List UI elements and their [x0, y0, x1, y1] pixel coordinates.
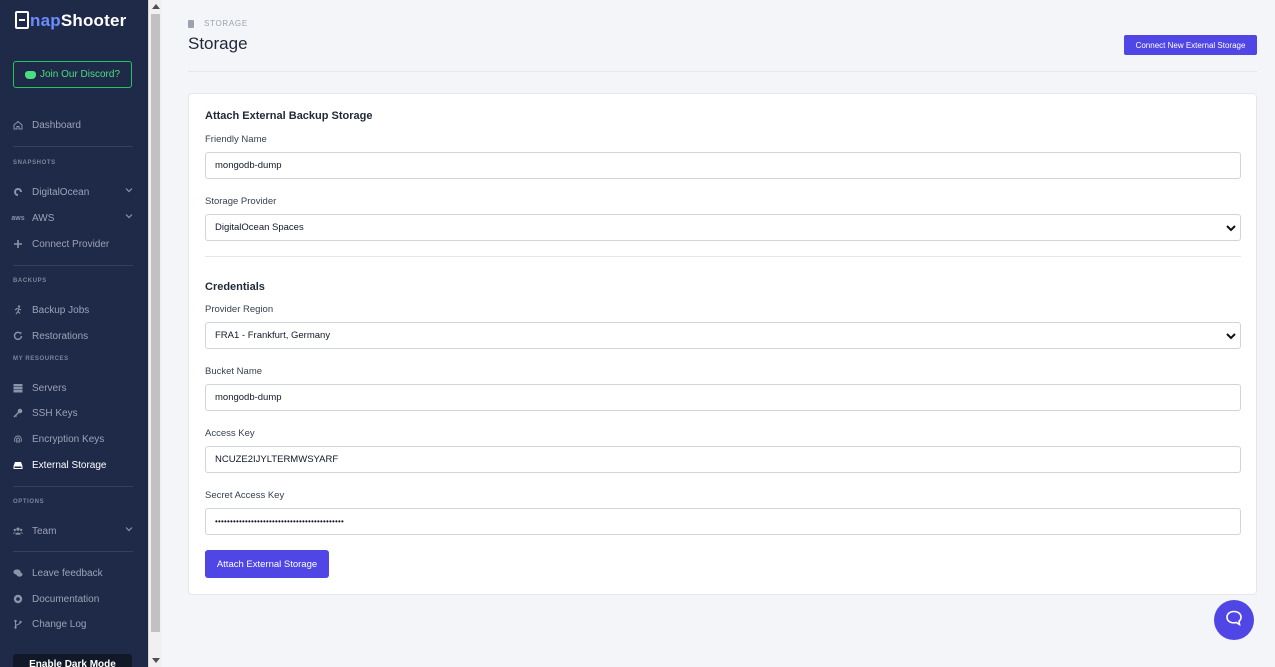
connect-new-external-storage-button[interactable]: Connect New External Storage	[1124, 35, 1257, 55]
sidebar-item-label: External Storage	[32, 459, 107, 471]
sidebar-item-documentation[interactable]: Documentation	[13, 591, 133, 607]
sidebar-item-aws[interactable]: aws AWS	[11, 210, 133, 226]
sidebar-item-label: Servers	[32, 382, 67, 394]
chevron-down-icon	[125, 525, 133, 535]
sidebar-item-label: Change Log	[32, 618, 87, 630]
friendly-name-input[interactable]: mongodb-dump	[205, 152, 1241, 179]
sidebar-item-label: Leave feedback	[32, 567, 103, 579]
support-chat-button[interactable]	[1214, 600, 1254, 640]
secret-access-key-input[interactable]: ••••••••••••••••••••••••••••••••••••••••…	[205, 508, 1241, 535]
sidebar: napShooter Join Our Discord? Dashboard S…	[0, 0, 148, 667]
main-content: STORAGE Storage Connect New External Sto…	[162, 0, 1275, 667]
provider-region-select[interactable]: FRA1 - Frankfurt, Germany	[205, 322, 1241, 349]
fingerprint-icon	[13, 434, 23, 444]
access-key-input[interactable]: NCUZE2IJYLTERMWSYARF	[205, 446, 1241, 473]
chevron-down-icon	[125, 186, 133, 196]
sidebar-item-change-log[interactable]: Change Log	[13, 616, 133, 632]
lifebuoy-icon	[13, 594, 23, 604]
sidebar-item-team[interactable]: Team	[13, 523, 133, 539]
secret-access-key-label: Secret Access Key	[205, 490, 285, 501]
sidebar-item-label: Encryption Keys	[32, 433, 105, 445]
chevron-down-icon	[1225, 330, 1237, 342]
section-label-options: OPTIONS	[13, 499, 45, 505]
sidebar-item-servers[interactable]: Servers	[13, 380, 133, 396]
sidebar-item-leave-feedback[interactable]: Leave feedback	[13, 565, 133, 581]
sidebar-item-label: Restorations	[32, 330, 89, 342]
bucket-name-input[interactable]: mongodb-dump	[205, 384, 1241, 411]
credentials-title: Credentials	[205, 281, 265, 293]
provider-region-selected-value: FRA1 - Frankfurt, Germany	[215, 330, 331, 341]
app-logo[interactable]: napShooter	[15, 11, 126, 31]
sidebar-item-connect-provider[interactable]: Connect Provider	[13, 236, 133, 252]
sidebar-item-ssh-keys[interactable]: SSH Keys	[13, 405, 133, 421]
server-icon	[13, 383, 23, 393]
divider	[13, 265, 133, 266]
running-icon	[13, 305, 23, 315]
sidebar-item-restorations[interactable]: Restorations	[13, 328, 133, 344]
friendly-name-label: Friendly Name	[205, 134, 267, 145]
storage-provider-selected-value: DigitalOcean Spaces	[215, 222, 304, 233]
section-label-snapshots: SNAPSHOTS	[13, 160, 56, 166]
scroll-down-arrow-icon[interactable]	[152, 658, 160, 663]
form-title: Attach External Backup Storage	[205, 110, 373, 122]
chevron-down-icon	[125, 212, 133, 222]
home-icon	[13, 120, 23, 130]
sidebar-item-external-storage[interactable]: External Storage	[13, 457, 133, 473]
chevron-down-icon	[1225, 222, 1237, 234]
divider	[13, 486, 133, 487]
bucket-name-label: Bucket Name	[205, 366, 263, 377]
git-branch-icon	[13, 619, 23, 629]
storage-provider-label: Storage Provider	[205, 196, 277, 207]
key-icon	[13, 408, 23, 418]
attach-storage-card: Attach External Backup Storage Friendly …	[188, 93, 1257, 595]
provider-region-label: Provider Region	[205, 304, 274, 315]
section-divider	[205, 256, 1241, 257]
join-discord-label: Join Our Discord?	[39, 69, 121, 80]
logo-s-mark	[15, 11, 29, 29]
sidebar-item-label: Dashboard	[32, 119, 81, 131]
sidebar-item-dashboard[interactable]: Dashboard	[13, 117, 133, 133]
sidebar-item-label: AWS	[32, 212, 55, 224]
comments-icon	[13, 568, 23, 578]
refresh-icon	[13, 331, 23, 341]
sidebar-item-label: Backup Jobs	[32, 304, 90, 316]
discord-icon	[24, 70, 36, 79]
section-label-my-resources: MY RESOURCES	[13, 356, 69, 362]
header-divider	[188, 71, 1257, 72]
sidebar-item-encryption-keys[interactable]: Encryption Keys	[13, 431, 133, 447]
sidebar-item-label: DigitalOcean	[32, 186, 90, 198]
divider	[13, 551, 133, 552]
hdd-icon	[13, 460, 23, 470]
sidebar-item-label: Team	[32, 525, 57, 537]
sidebar-scrollbar[interactable]	[148, 0, 162, 667]
sidebar-item-label: SSH Keys	[32, 407, 78, 419]
sidebar-item-label: Connect Provider	[32, 238, 110, 250]
chat-icon	[1225, 609, 1243, 632]
breadcrumb-item[interactable]: STORAGE	[204, 19, 248, 28]
file-icon	[188, 19, 194, 28]
divider	[13, 146, 133, 147]
scrollbar-thumb[interactable]	[151, 14, 160, 632]
section-label-backups: BACKUPS	[13, 278, 47, 284]
sidebar-item-backup-jobs[interactable]: Backup Jobs	[13, 302, 133, 318]
aws-icon: aws	[11, 214, 25, 222]
join-discord-button[interactable]: Join Our Discord?	[13, 61, 132, 88]
scroll-up-arrow-icon[interactable]	[152, 4, 160, 9]
page-title: Storage	[188, 34, 248, 53]
enable-dark-mode-button[interactable]: Enable Dark Mode	[13, 654, 132, 667]
access-key-label: Access Key	[205, 428, 255, 439]
breadcrumb: STORAGE	[188, 19, 248, 28]
sidebar-item-label: Documentation	[32, 593, 100, 605]
plus-icon	[13, 239, 23, 249]
sidebar-item-digitalocean[interactable]: DigitalOcean	[13, 184, 133, 200]
attach-external-storage-button[interactable]: Attach External Storage	[205, 550, 329, 578]
storage-provider-select[interactable]: DigitalOcean Spaces	[205, 214, 1241, 241]
digitalocean-icon	[13, 187, 23, 197]
users-icon	[13, 526, 23, 536]
